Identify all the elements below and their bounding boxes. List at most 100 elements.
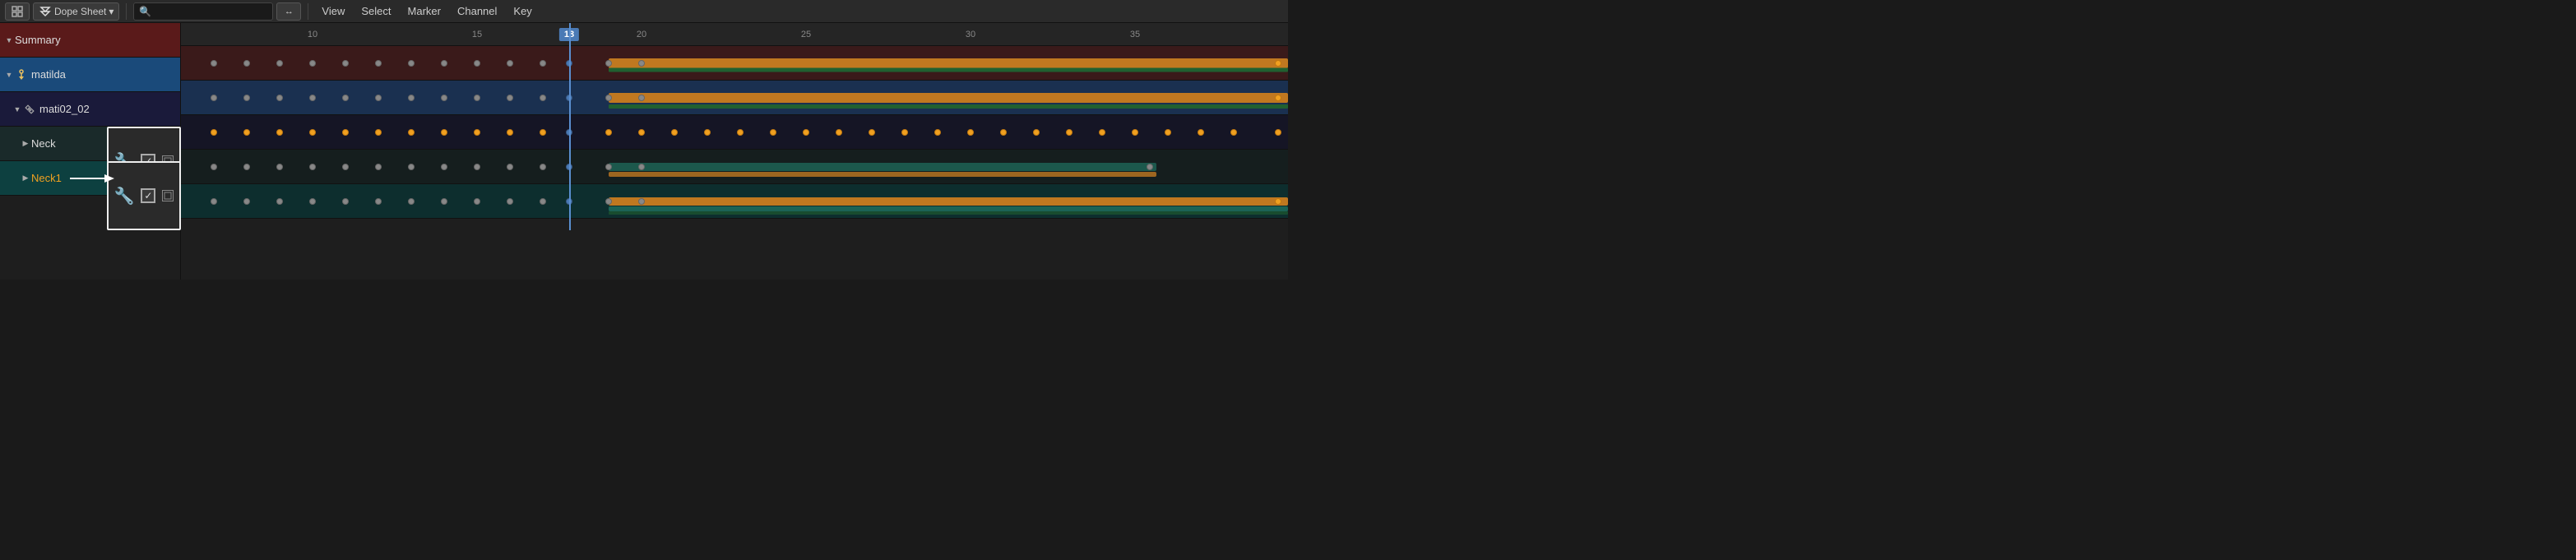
kf-summary-cf — [566, 60, 572, 67]
menu-channel[interactable]: Channel — [451, 2, 503, 21]
kf-summary-12 — [638, 60, 645, 67]
kf-mati02-1 — [243, 129, 250, 136]
kf-mati02-3 — [309, 129, 316, 136]
kf-mati02-17 — [803, 129, 809, 136]
menu-select[interactable]: Select — [354, 2, 397, 21]
timeline-row-neck1 — [181, 184, 1288, 219]
armature-icon — [15, 68, 28, 81]
kf-mati02-10 — [540, 129, 546, 136]
kf-mati02-27 — [1132, 129, 1138, 136]
kf-mati02-23 — [1000, 129, 1007, 136]
kf-neck1-4 — [342, 198, 349, 205]
main-content: ▼ Summary ▼ matilda ▼ — [0, 23, 1288, 280]
kf-mati02-29 — [1198, 129, 1204, 136]
kf-neck1-3 — [309, 198, 316, 205]
timeline-row-neck — [181, 150, 1288, 184]
timeline-row-summary — [181, 46, 1288, 81]
kf-mati02-22 — [967, 129, 974, 136]
kf-matilda-1 — [243, 95, 250, 101]
kf-mati02-21 — [934, 129, 941, 136]
kf-mati02-7 — [441, 129, 447, 136]
summary-orange-strip — [609, 58, 1288, 68]
kf-neck1-9 — [507, 198, 513, 205]
kf-mati02-8 — [474, 129, 480, 136]
swap-icon: ↔ — [285, 7, 294, 16]
checkbox-icon-2[interactable]: ✓ — [141, 188, 155, 203]
kf-summary-1 — [243, 60, 250, 67]
kf-neck1-6 — [408, 198, 415, 205]
kf-mati02-26 — [1099, 129, 1105, 136]
kf-mati02-6 — [408, 129, 415, 136]
kf-neck-4 — [342, 164, 349, 170]
channel-row-mati02[interactable]: ▼ mati02_02 — [0, 92, 180, 127]
channel-row-matilda[interactable]: ▼ matilda — [0, 58, 180, 92]
menu-marker[interactable]: Marker — [401, 2, 447, 21]
channel-row-summary[interactable]: ▼ Summary — [0, 23, 180, 58]
timeline-panel: 10 15 18 20 25 30 35 — [181, 23, 1288, 280]
neck-teal-strip-1 — [609, 163, 1156, 171]
kf-mati02-cf — [566, 129, 572, 136]
kf-neck1-8 — [474, 198, 480, 205]
kf-neck1-0 — [211, 198, 217, 205]
kf-matilda-12 — [638, 95, 645, 101]
kf-neck1-cf — [566, 198, 572, 205]
kf-neck1-10 — [540, 198, 546, 205]
kf-neck-end — [1147, 164, 1153, 170]
dope-sheet-editor: Dope Sheet ▾ 🔍 ↔ View Select Marker Chan… — [0, 0, 1288, 280]
kf-neck-1 — [243, 164, 250, 170]
kf-summary-2 — [276, 60, 283, 67]
frame-num-25: 25 — [801, 30, 811, 39]
kf-matilda-end — [1275, 95, 1281, 101]
channel-row-neck1[interactable]: ▶ Neck1 🔧 ✓ — [0, 161, 180, 196]
kf-matilda-5 — [375, 95, 382, 101]
kf-mati02-2 — [276, 129, 283, 136]
kf-summary-5 — [375, 60, 382, 67]
kf-matilda-11 — [605, 95, 612, 101]
kf-matilda-3 — [309, 95, 316, 101]
kf-neck-6 — [408, 164, 415, 170]
editor-type-dropdown[interactable]: Dope Sheet ▾ — [33, 2, 119, 21]
kf-summary-4 — [342, 60, 349, 67]
dope-sheet-menu-icon — [39, 5, 52, 18]
menu-view[interactable]: View — [315, 2, 351, 21]
timeline-row-matilda — [181, 81, 1288, 115]
timeline-row-mati02 — [181, 115, 1288, 150]
kf-mati02-18 — [836, 129, 842, 136]
kf-summary-9 — [507, 60, 513, 67]
kf-mati02-4 — [342, 129, 349, 136]
swap-button[interactable]: ↔ — [276, 2, 301, 21]
kf-neck-11 — [605, 164, 612, 170]
menu-key[interactable]: Key — [507, 2, 538, 21]
kf-mati02-5 — [375, 129, 382, 136]
toolbar-separator-1 — [126, 3, 127, 20]
matilda-green-strip — [609, 104, 1288, 109]
expand-icon-neck: ▶ — [20, 138, 31, 150]
kf-mati02-19 — [869, 129, 875, 136]
kf-neck1-1 — [243, 198, 250, 205]
frame-num-20: 20 — [637, 30, 646, 39]
kf-neck-12 — [638, 164, 645, 170]
channel-label-summary: Summary — [15, 34, 180, 46]
kf-matilda-9 — [507, 95, 513, 101]
expand-icon-mati02: ▼ — [12, 104, 23, 115]
kf-matilda-6 — [408, 95, 415, 101]
channel-list: ▼ Summary ▼ matilda ▼ — [0, 23, 181, 280]
kf-mati02-15 — [737, 129, 744, 136]
extra-btn-2[interactable] — [162, 190, 174, 201]
kf-mati02-end — [1275, 129, 1281, 136]
kf-mati02-13 — [671, 129, 678, 136]
frame-num-18-current: 18 — [559, 28, 579, 41]
channel-row-neck[interactable]: ▶ Neck 🔧 ✓ — [0, 127, 180, 161]
kf-neck-2 — [276, 164, 283, 170]
kf-mati02-9 — [507, 129, 513, 136]
expand-icon-summary: ▼ — [3, 35, 15, 46]
frame-header: 10 15 18 20 25 30 35 — [181, 23, 1288, 46]
kf-mati02-11 — [605, 129, 612, 136]
neck1-orange-strip — [609, 197, 1288, 206]
editor-type-icon-btn[interactable] — [5, 2, 30, 21]
linked-icon — [23, 103, 36, 116]
kf-neck-8 — [474, 164, 480, 170]
kf-matilda-cf — [566, 95, 572, 101]
search-input[interactable] — [155, 6, 262, 17]
frame-num-30: 30 — [966, 30, 975, 39]
